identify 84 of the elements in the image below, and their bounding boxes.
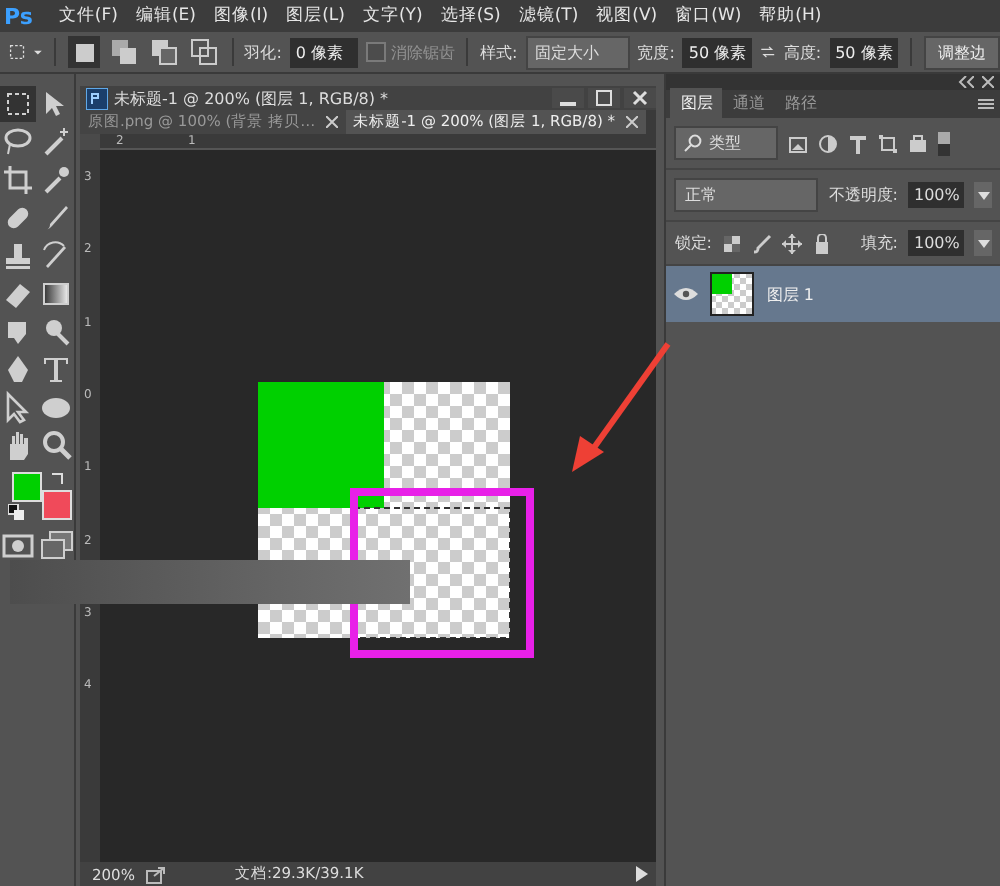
foreground-color-swatch[interactable] <box>11 472 41 502</box>
eye-icon[interactable] <box>674 286 699 302</box>
filter-dropdown[interactable]: 类型 <box>674 126 779 160</box>
panel-tab[interactable]: 路径 <box>774 88 827 118</box>
app-logo: Ps <box>4 3 33 29</box>
panel-menu-icon[interactable] <box>978 98 994 110</box>
default-colors-icon[interactable] <box>7 504 23 520</box>
squares-icon <box>149 38 178 66</box>
crop-icon[interactable] <box>0 162 36 198</box>
dropdown-value: 类型 <box>708 132 741 154</box>
close-icon[interactable] <box>625 116 638 128</box>
squares-icon <box>109 38 138 66</box>
style-dropdown[interactable]: 固定大小 <box>525 35 630 69</box>
opacity-label: 不透明度: <box>828 184 898 206</box>
anti-alias-label: 消除锯齿 <box>390 41 455 63</box>
caret-icon <box>977 239 989 247</box>
style-label: 样式: <box>479 41 518 63</box>
width-field[interactable]: 50 像素 <box>682 37 753 67</box>
shape-filter-icon[interactable] <box>878 133 899 153</box>
swap-arrows-icon[interactable] <box>49 470 65 486</box>
lock-pixels-icon[interactable] <box>722 233 742 253</box>
dropdown-button[interactable] <box>974 182 992 208</box>
close-icon <box>632 90 649 106</box>
lasso-icon[interactable] <box>0 124 36 160</box>
move-icon[interactable] <box>782 233 802 253</box>
menu-item[interactable]: 文件(F) <box>58 4 118 28</box>
share-icon[interactable] <box>146 865 167 883</box>
menu-item[interactable]: 图像(I) <box>213 4 269 28</box>
collapse-icon[interactable] <box>958 76 974 88</box>
selection-mode-button[interactable] <box>67 36 100 68</box>
panel-tab[interactable]: 图层 <box>670 88 723 118</box>
squares-icon <box>189 38 218 66</box>
feather-field[interactable]: 0 像素 <box>289 37 359 67</box>
menu-item[interactable]: 视图(V) <box>596 4 658 28</box>
menu-item[interactable]: 选择(S) <box>440 4 501 28</box>
refine-edge-button[interactable]: 调整边 <box>923 35 1000 69</box>
close-button[interactable] <box>624 88 657 108</box>
smart-object-filter-icon[interactable] <box>908 133 929 153</box>
dropdown-button[interactable] <box>974 230 992 256</box>
type-filter-icon[interactable] <box>848 133 869 153</box>
layer-row[interactable]: 图层 1 <box>666 266 1000 322</box>
layer-thumbnail <box>710 272 755 316</box>
app-icon <box>86 87 108 109</box>
marquee-icon[interactable] <box>0 86 36 122</box>
panel-tab[interactable]: 通道 <box>722 88 775 118</box>
minimize-button[interactable] <box>552 88 585 108</box>
close-icon[interactable] <box>982 76 994 88</box>
lock-icon[interactable] <box>812 233 832 253</box>
background-color-swatch[interactable] <box>41 490 71 520</box>
play-icon[interactable] <box>636 866 649 882</box>
selection-mode-button[interactable] <box>147 36 180 68</box>
screen-mode-icon[interactable] <box>38 528 74 564</box>
fill-field[interactable]: 100% <box>908 230 964 256</box>
feather-label: 羽化: <box>244 41 282 63</box>
zoom-icon[interactable] <box>38 428 74 464</box>
menu-item[interactable]: 图层(L) <box>286 4 345 28</box>
image-filter-icon[interactable] <box>788 133 809 153</box>
menu-item[interactable]: 滤镜(T) <box>518 4 579 28</box>
adjustment-filter-icon[interactable] <box>818 133 839 153</box>
maximize-icon <box>596 90 613 106</box>
opacity-field[interactable]: 100% <box>908 182 964 208</box>
stamp-icon[interactable] <box>0 238 36 274</box>
menu-item[interactable]: 编辑(E) <box>135 4 196 28</box>
fill-label: 填充: <box>860 232 898 254</box>
menu-item[interactable]: 帮助(H) <box>759 4 822 28</box>
menu-item[interactable]: 文字(Y) <box>362 4 423 28</box>
arrow <box>568 340 672 476</box>
brush-icon[interactable] <box>752 233 772 253</box>
height-label: 高度: <box>783 41 822 63</box>
blend-mode-dropdown[interactable]: 正常 <box>674 178 819 212</box>
maximize-button[interactable] <box>588 88 621 108</box>
layer-name: 图层 1 <box>766 283 814 305</box>
caret-icon <box>977 191 989 199</box>
window-title: 未标题-1 @ 200% (图层 1, RGB/8) * <box>114 87 389 109</box>
lock-label: 锁定: <box>674 232 712 254</box>
selection-mode-button[interactable] <box>107 36 140 68</box>
search-icon <box>684 134 703 152</box>
width-label: 宽度: <box>637 41 675 63</box>
menu-item[interactable]: 窗口(W) <box>675 4 742 28</box>
selection-mode-button[interactable] <box>187 36 220 68</box>
type-icon[interactable] <box>38 352 74 388</box>
close-icon[interactable] <box>325 116 338 128</box>
filter-toggle-icon[interactable] <box>938 131 951 155</box>
height-field[interactable]: 50 像素 <box>829 37 899 67</box>
